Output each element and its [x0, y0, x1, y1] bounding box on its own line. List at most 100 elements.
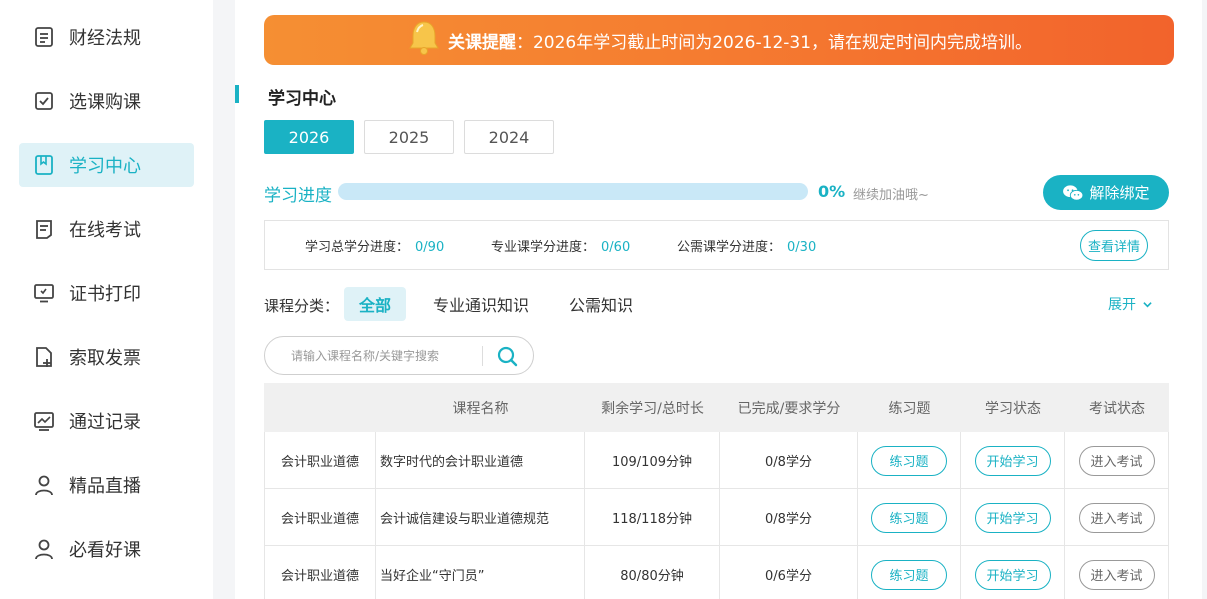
wechat-icon [1063, 184, 1084, 201]
sidebar-item-label: 精品直播 [69, 476, 141, 497]
progress-bar [338, 183, 808, 200]
category-label: 课程分类： [264, 297, 340, 315]
header-course-name: 课程名称 [452, 400, 509, 417]
sidebar-item-pass-records[interactable]: 通过记录 [19, 399, 194, 443]
search-box [264, 336, 534, 375]
row-practice-cell: 练习题 [858, 432, 961, 489]
notice-prefix: 关课提醒 [447, 32, 516, 53]
table-row: 会计职业道德 数字时代的会计职业道德 109/109分钟 0/8学分 练习题 开… [264, 432, 1169, 489]
enter-exam-button[interactable]: 进入考试 [1078, 445, 1155, 476]
sidebar-item-certificate-print[interactable]: 证书打印 [19, 271, 194, 315]
view-details-button[interactable]: 查看详情 [1080, 230, 1148, 261]
sidebar-item-study-center[interactable]: 学习中心 [19, 143, 194, 187]
monitor-icon [33, 282, 55, 304]
notice-banner: 关课提醒 ：2026年学习截止时间为2026-12-31，请在规定时间内完成培训… [264, 15, 1174, 65]
row-practice-cell: 练习题 [858, 546, 961, 599]
sidebar-item-invoice[interactable]: 索取发票 [19, 335, 194, 379]
credit-summary: 学习总学分进度： 0/90 专业课学分进度： 0/60 公需课学分进度： 0/30 查… [264, 220, 1169, 270]
row-course-name: 会计诚信建设与职业道德规范 [376, 489, 585, 546]
credit-total-label: 学习总学分进度： [305, 240, 410, 255]
header-exam-status: 考试状态 [1089, 400, 1145, 417]
practice-button[interactable]: 练习题 [871, 445, 947, 476]
row-exam-cell: 进入考试 [1065, 546, 1169, 599]
search-divider [482, 346, 483, 366]
sidebar-item-label: 索取发票 [69, 348, 141, 369]
sidebar-item-label: 在线考试 [69, 220, 141, 241]
category-tab-public[interactable]: 公需知识 [561, 287, 641, 321]
page-title: 学习中心 [268, 89, 336, 109]
table-row: 会计职业道德 会计诚信建设与职业道德规范 118/118分钟 0/8学分 练习题… [264, 489, 1169, 546]
notice-text: ：2026年学习截止时间为2026-12-31，请在规定时间内完成培训。 [515, 32, 1033, 53]
row-exam-cell: 进入考试 [1065, 432, 1169, 489]
row-course-name: 当好企业“守门员” [376, 546, 585, 599]
row-study-cell: 开始学习 [961, 432, 1065, 489]
row-duration: 109/109分钟 [585, 432, 720, 489]
credit-total-value: 0/90 [415, 240, 445, 255]
row-category: 会计职业道德 [264, 546, 376, 599]
chart-record-icon [33, 410, 55, 432]
practice-button[interactable]: 练习题 [871, 559, 947, 590]
row-duration: 118/118分钟 [585, 489, 720, 546]
start-study-button[interactable]: 开始学习 [974, 502, 1051, 533]
credit-pro-label: 专业课学分进度： [491, 240, 596, 255]
sidebar-item-select-course[interactable]: 选课购课 [19, 79, 194, 123]
row-course-name: 数字时代的会计职业道德 [376, 432, 585, 489]
sidebar-item-online-exam[interactable]: 在线考试 [19, 207, 194, 251]
row-exam-cell: 进入考试 [1065, 489, 1169, 546]
row-credit: 0/8学分 [720, 432, 858, 489]
sidebar-item-must-see[interactable]: 必看好课 [19, 527, 194, 571]
sidebar-item-label: 证书打印 [69, 284, 141, 305]
row-practice-cell: 练习题 [858, 489, 961, 546]
credit-public: 公需课学分进度： 0/30 [677, 236, 816, 255]
table-header: 课程名称 剩余学习/总时长 已完成/要求学分 练习题 学习状态 考试状态 [264, 383, 1169, 432]
sidebar-item-live[interactable]: 精品直播 [19, 463, 194, 507]
bell-icon [406, 18, 442, 58]
unbind-label: 解除绑定 [1089, 184, 1150, 202]
expand-label: 展开 [1108, 297, 1136, 313]
progress-hint: 继续加油哦~ [853, 188, 929, 203]
sidebar-item-label: 学习中心 [69, 156, 141, 177]
credit-pub-value: 0/30 [787, 240, 817, 255]
row-study-cell: 开始学习 [961, 546, 1065, 599]
expand-toggle[interactable]: 展开 [1108, 294, 1153, 314]
search-input[interactable] [291, 346, 481, 366]
progress-label: 学习进度 [264, 186, 332, 206]
section-marker [235, 85, 239, 103]
enter-exam-button[interactable]: 进入考试 [1078, 502, 1155, 533]
user-icon [33, 538, 55, 560]
tab-year-2025[interactable]: 2025 [364, 120, 454, 154]
category-tab-all[interactable]: 全部 [344, 287, 406, 321]
sidebar: 财经法规 选课购课 学习中心 在线考试 证书打印 索取发票 通过记录 精品直播 … [0, 0, 213, 599]
credit-pub-label: 公需课学分进度： [677, 240, 782, 255]
main-panel: 关课提醒 ：2026年学习截止时间为2026-12-31，请在规定时间内完成培训… [235, 0, 1202, 599]
start-study-button[interactable]: 开始学习 [974, 559, 1051, 590]
category-tab-professional[interactable]: 专业通识知识 [425, 287, 537, 321]
chevron-down-icon [1143, 297, 1153, 313]
tab-year-2024[interactable]: 2024 [464, 120, 554, 154]
book-icon [33, 154, 55, 176]
header-practice: 练习题 [888, 400, 931, 417]
file-add-icon [33, 346, 55, 368]
practice-button[interactable]: 练习题 [871, 502, 947, 533]
row-category: 会计职业道德 [264, 432, 376, 489]
document-icon [33, 26, 55, 48]
credit-total: 学习总学分进度： 0/90 [305, 236, 444, 255]
tab-year-2026[interactable]: 2026 [264, 120, 354, 154]
row-duration: 80/80分钟 [585, 546, 720, 599]
sidebar-item-label: 必看好课 [69, 540, 141, 561]
row-category: 会计职业道德 [264, 489, 376, 546]
header-duration: 剩余学习/总时长 [601, 400, 704, 417]
sidebar-item-label: 财经法规 [69, 28, 141, 49]
credit-professional: 专业课学分进度： 0/60 [491, 236, 630, 255]
sidebar-item-finance-regulations[interactable]: 财经法规 [19, 15, 194, 59]
checkbox-icon [33, 90, 55, 112]
row-credit: 0/6学分 [720, 546, 858, 599]
sidebar-item-label: 通过记录 [69, 412, 141, 433]
enter-exam-button[interactable]: 进入考试 [1078, 559, 1155, 590]
search-icon[interactable] [496, 345, 518, 367]
header-study-status: 学习状态 [985, 400, 1041, 417]
unbind-button[interactable]: 解除绑定 [1043, 175, 1169, 210]
sidebar-item-label: 选课购课 [69, 92, 141, 113]
credit-pro-value: 0/60 [601, 240, 631, 255]
start-study-button[interactable]: 开始学习 [974, 445, 1051, 476]
